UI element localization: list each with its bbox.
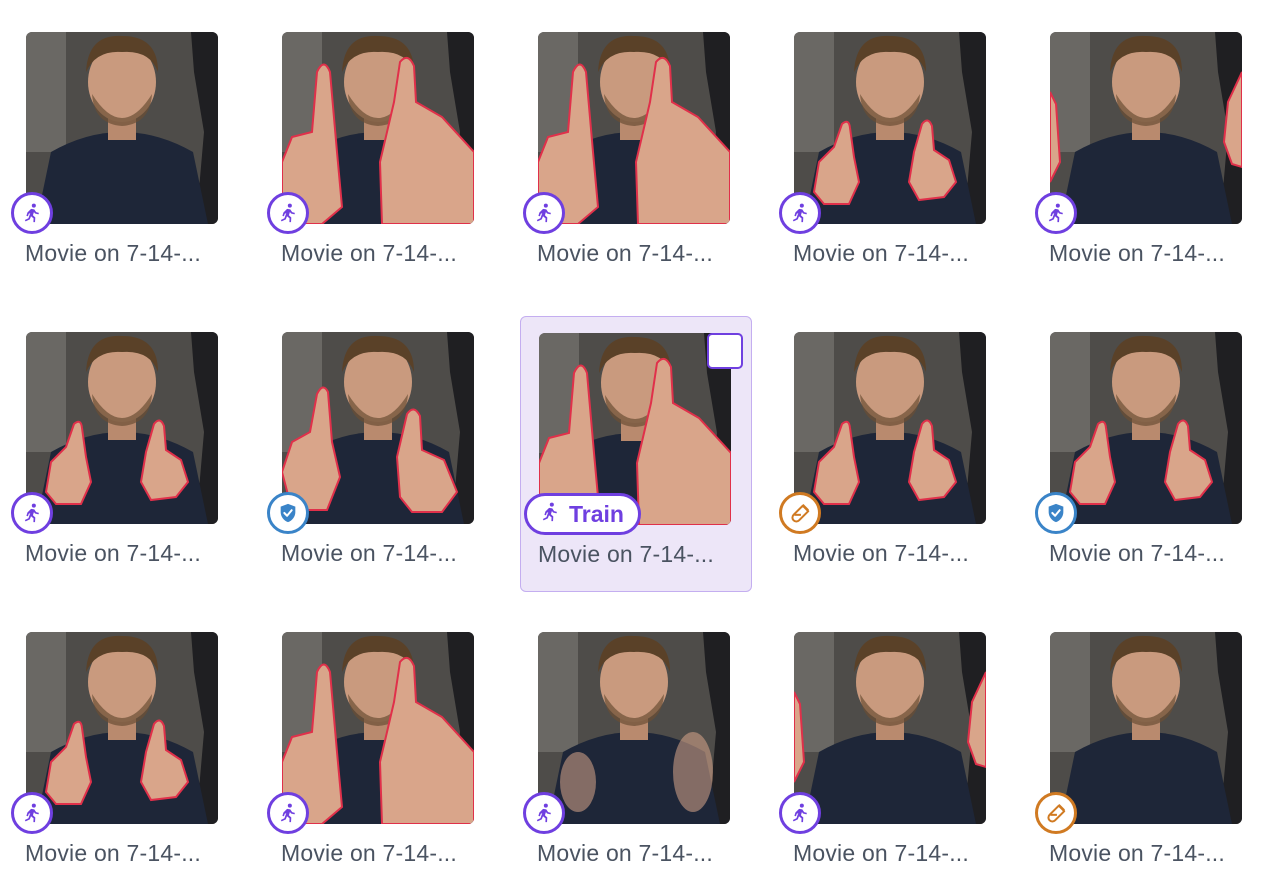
image-card[interactable]: Movie on 7-14-... [779, 314, 1018, 590]
split-badge[interactable] [1035, 792, 1077, 834]
photo-thumbnail [538, 32, 730, 224]
image-thumbnail[interactable] [1050, 32, 1242, 224]
image-caption: Movie on 7-14-... [538, 543, 714, 566]
image-card[interactable]: Movie on 7-14-... [267, 314, 506, 590]
select-checkbox[interactable] [707, 333, 743, 369]
split-badge[interactable] [11, 792, 53, 834]
image-caption: Movie on 7-14-... [1049, 542, 1225, 565]
image-card[interactable]: Movie on 7-14-... [779, 14, 1018, 290]
image-card[interactable]: Movie on 7-14-... [523, 614, 762, 890]
running-person-icon [21, 502, 43, 524]
photo-thumbnail [1050, 332, 1242, 524]
running-person-icon [789, 202, 811, 224]
image-caption: Movie on 7-14-... [25, 242, 201, 265]
running-person-icon [1045, 202, 1067, 224]
split-badge[interactable] [11, 492, 53, 534]
image-card[interactable]: Movie on 7-14-... [1035, 14, 1274, 290]
image-thumbnail[interactable] [794, 332, 986, 524]
image-card[interactable]: Movie on 7-14-... [11, 614, 250, 890]
photo-thumbnail [282, 332, 474, 524]
image-card[interactable]: Movie on 7-14-... [267, 14, 506, 290]
split-tag-pill[interactable]: Train [524, 493, 641, 535]
image-caption: Movie on 7-14-... [1049, 242, 1225, 265]
image-card[interactable]: Movie on 7-14-... [11, 14, 250, 290]
image-card[interactable]: Movie on 7-14-... [267, 614, 506, 890]
running-person-icon [277, 202, 299, 224]
test-tube-icon [789, 502, 811, 524]
image-thumbnail[interactable] [282, 32, 474, 224]
photo-thumbnail [26, 32, 218, 224]
photo-thumbnail [794, 332, 986, 524]
image-thumbnail[interactable] [26, 332, 218, 524]
split-badge[interactable] [779, 792, 821, 834]
image-card[interactable]: Movie on 7-14-... [1035, 314, 1274, 590]
photo-thumbnail [1050, 32, 1242, 224]
image-thumbnail[interactable] [282, 632, 474, 824]
shield-check-icon [1045, 502, 1067, 524]
image-thumbnail[interactable] [1050, 632, 1242, 824]
image-thumbnail[interactable] [282, 332, 474, 524]
running-person-icon [533, 802, 555, 824]
image-caption: Movie on 7-14-... [25, 542, 201, 565]
image-thumbnail[interactable] [1050, 332, 1242, 524]
image-thumbnail[interactable] [538, 32, 730, 224]
running-person-icon [21, 802, 43, 824]
image-card[interactable]: Movie on 7-14-... [779, 614, 1018, 890]
photo-thumbnail [1050, 632, 1242, 824]
image-caption: Movie on 7-14-... [281, 842, 457, 865]
split-badge[interactable] [1035, 492, 1077, 534]
photo-thumbnail [282, 632, 474, 824]
image-caption: Movie on 7-14-... [25, 842, 201, 865]
test-tube-icon [1045, 802, 1067, 824]
split-badge[interactable] [267, 492, 309, 534]
image-card[interactable]: Movie on 7-14-... [523, 14, 762, 290]
split-badge[interactable] [1035, 192, 1077, 234]
split-badge[interactable] [779, 492, 821, 534]
split-badge[interactable] [523, 192, 565, 234]
split-badge[interactable] [267, 192, 309, 234]
split-badge[interactable] [267, 792, 309, 834]
photo-thumbnail [538, 632, 730, 824]
image-caption: Movie on 7-14-... [537, 842, 713, 865]
split-badge[interactable] [523, 792, 565, 834]
running-person-icon [21, 202, 43, 224]
image-caption: Movie on 7-14-... [281, 542, 457, 565]
image-thumbnail[interactable] [26, 632, 218, 824]
image-thumbnail[interactable] [794, 632, 986, 824]
photo-thumbnail [26, 332, 218, 524]
image-caption: Movie on 7-14-... [1049, 842, 1225, 865]
photo-thumbnail [794, 632, 986, 824]
running-person-icon [533, 202, 555, 224]
image-caption: Movie on 7-14-... [793, 842, 969, 865]
image-card[interactable]: Movie on 7-14-... [1035, 614, 1274, 890]
image-caption: Movie on 7-14-... [537, 242, 713, 265]
image-card[interactable]: Train Movie on 7-14-... [519, 315, 752, 592]
image-card[interactable]: Movie on 7-14-... [11, 314, 250, 590]
image-grid: Movie on 7-14-... Movie on 7-14-... Movie … [0, 0, 1286, 888]
photo-thumbnail [794, 32, 986, 224]
image-caption: Movie on 7-14-... [793, 542, 969, 565]
running-person-icon [277, 802, 299, 824]
image-caption: Movie on 7-14-... [281, 242, 457, 265]
split-badge[interactable] [11, 192, 53, 234]
shield-check-icon [277, 502, 299, 524]
photo-thumbnail [282, 32, 474, 224]
image-thumbnail[interactable] [538, 632, 730, 824]
image-thumbnail[interactable] [26, 32, 218, 224]
image-caption: Movie on 7-14-... [793, 242, 969, 265]
split-badge[interactable] [779, 192, 821, 234]
photo-thumbnail [26, 632, 218, 824]
image-thumbnail[interactable] [794, 32, 986, 224]
split-tag-label: Train [569, 500, 624, 527]
running-person-icon [789, 802, 811, 824]
running-person-icon [539, 501, 561, 528]
